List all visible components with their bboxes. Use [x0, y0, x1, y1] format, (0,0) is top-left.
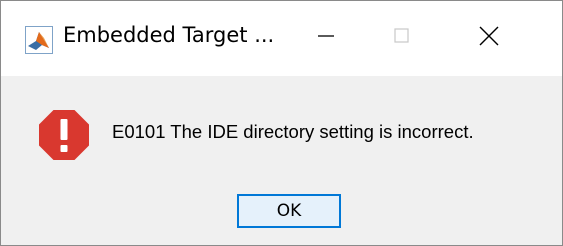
title-bar[interactable]: Embedded Target ...: [1, 1, 562, 76]
maximize-icon: [392, 26, 412, 51]
minimize-button[interactable]: [288, 1, 364, 76]
matlab-logo-icon: [25, 26, 53, 54]
minimize-icon: [316, 26, 336, 51]
maximize-button[interactable]: [364, 1, 440, 76]
ok-button[interactable]: OK: [237, 194, 341, 228]
error-message: E0101 The IDE directory setting is incor…: [112, 121, 474, 142]
close-button[interactable]: [451, 1, 527, 76]
window-title: Embedded Target ...: [63, 23, 275, 47]
error-icon: [38, 109, 90, 161]
dialog-body: E0101 The IDE directory setting is incor…: [1, 76, 562, 245]
dialog-window: Embedded Target ... E0101 The IDE direct…: [0, 0, 563, 246]
close-icon: [478, 25, 500, 52]
